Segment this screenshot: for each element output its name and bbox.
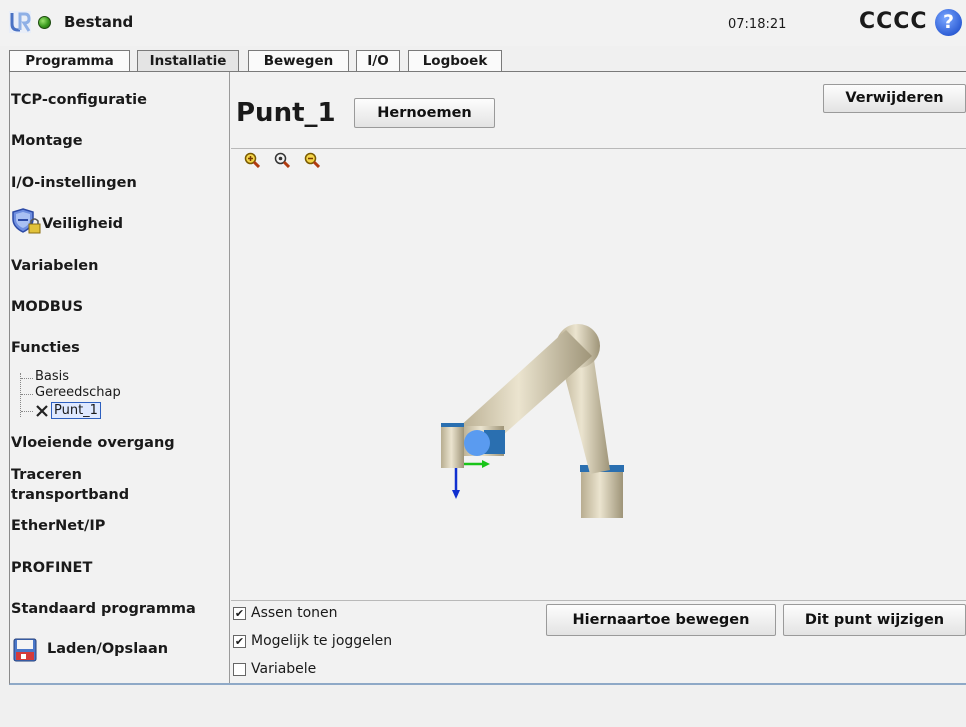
- tab-programma[interactable]: Programma: [9, 50, 130, 71]
- clock: 07:18:21: [728, 17, 787, 32]
- joggable-label: Mogelijk te joggelen: [251, 633, 393, 649]
- sidebar-item-functies[interactable]: Functies: [11, 338, 80, 358]
- variable-checkbox[interactable]: [233, 663, 246, 676]
- tab-bewegen[interactable]: Bewegen: [248, 50, 349, 71]
- sidebar-item-standaard-programma[interactable]: Standaard programma: [11, 599, 196, 619]
- sidebar-item-transportband[interactable]: Traceren transportband: [11, 465, 129, 505]
- change-point-button[interactable]: Dit punt wijzigen: [783, 604, 966, 636]
- point-x-icon: [36, 405, 48, 417]
- show-axes-label: Assen tonen: [251, 605, 338, 621]
- help-icon[interactable]: ?: [935, 9, 962, 36]
- zoom-out-icon[interactable]: [304, 152, 320, 168]
- tab-installatie[interactable]: Installatie: [137, 50, 239, 72]
- tab-io[interactable]: I/O: [356, 50, 400, 71]
- tab-logboek[interactable]: Logboek: [408, 50, 502, 71]
- tree-connector: [21, 411, 33, 412]
- sidebar-item-vloeiende-overgang[interactable]: Vloeiende overgang: [11, 433, 175, 453]
- sidebar-item-io-settings[interactable]: I/O-instellingen: [11, 173, 137, 193]
- tree-connector: [21, 378, 33, 379]
- delete-button[interactable]: Verwijderen: [823, 84, 966, 113]
- sidebar-item-laden-opslaan[interactable]: Laden/Opslaan: [47, 639, 168, 659]
- shield-lock-icon: [12, 208, 41, 234]
- joggable-checkbox[interactable]: ✔: [233, 635, 246, 648]
- sidebar-item-montage[interactable]: Montage: [11, 131, 83, 151]
- zoom-in-icon[interactable]: [244, 152, 260, 168]
- ur-logo-icon: [9, 11, 31, 33]
- show-axes-checkbox[interactable]: ✔: [233, 607, 246, 620]
- move-here-button[interactable]: Hiernaartoe bewegen: [546, 604, 776, 636]
- sidebar-item-veiligheid[interactable]: Veiligheid: [42, 214, 123, 234]
- tree-item-punt-1[interactable]: Punt_1: [51, 402, 101, 419]
- top-bar: Bestand 07:18:21 CCCC ?: [0, 0, 966, 46]
- tree-item-gereedschap[interactable]: Gereedschap: [35, 385, 121, 400]
- tree-item-basis[interactable]: Basis: [35, 369, 69, 384]
- zoom-fit-icon[interactable]: [274, 152, 290, 168]
- tree-connector: [21, 394, 33, 395]
- variable-label: Variabele: [251, 661, 317, 677]
- sidebar-item-modbus[interactable]: MODBUS: [11, 297, 83, 317]
- rename-button[interactable]: Hernoemen: [354, 98, 495, 128]
- sidebar-item-tcp[interactable]: TCP-configuratie: [11, 90, 147, 110]
- page-title: Punt_1: [236, 98, 336, 128]
- sidebar-item-ethernet-ip[interactable]: EtherNet/IP: [11, 516, 105, 536]
- floppy-disk-icon: [13, 638, 37, 662]
- robot-arm-model: [441, 324, 624, 518]
- file-menu[interactable]: Bestand: [64, 13, 133, 31]
- robot-name: CCCC: [859, 9, 928, 34]
- sidebar-item-variabelen[interactable]: Variabelen: [11, 256, 98, 276]
- sidebar-item-profinet[interactable]: PROFINET: [11, 558, 92, 578]
- robot-status-icon[interactable]: [38, 16, 51, 29]
